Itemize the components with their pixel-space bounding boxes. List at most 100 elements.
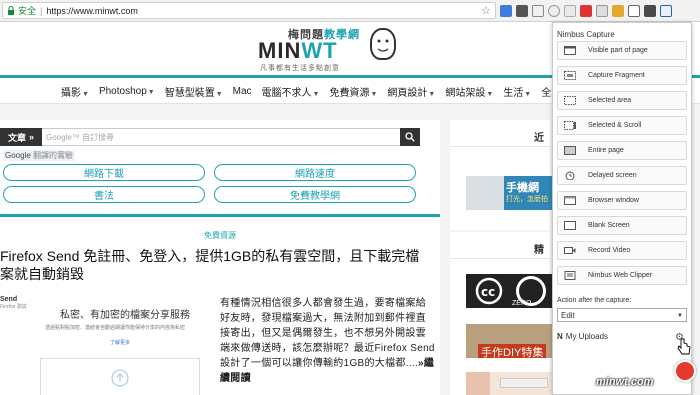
nav-item[interactable]: Mac: [233, 86, 252, 97]
my-uploads-label: My Uploads: [565, 332, 609, 341]
area-icon: [564, 96, 576, 105]
caret-down-icon: ▼: [82, 90, 89, 98]
nimbus-option[interactable]: Blank Screen: [557, 216, 687, 235]
bookmark-star-icon[interactable]: ☆: [481, 4, 491, 17]
nav-item[interactable]: 智慧型裝置▼: [165, 84, 223, 99]
ad-phone-text: 手機網: [506, 182, 539, 194]
caret-down-icon: ▼: [428, 90, 436, 98]
post-thumbnail[interactable]: Send Firefox 測試 私密、有加密的檔案分享服務 透過點對點加密、連結會…: [0, 292, 212, 395]
download-extension-icon[interactable]: [500, 5, 512, 17]
nimbus-option-label: Nimbus Web Clipper: [588, 272, 653, 279]
window-icon: [564, 196, 576, 205]
caret-down-icon: ▼: [486, 90, 494, 98]
nav-item-label: 免費資源: [329, 87, 370, 99]
search-label-arrow: »: [29, 132, 35, 142]
caret-down-icon: ▼: [215, 90, 223, 98]
record-button[interactable]: [674, 360, 696, 382]
nav-item[interactable]: 免費資源▼: [329, 84, 377, 99]
after-capture-value: Edit: [561, 310, 575, 320]
nimbus-option[interactable]: Delayed screen: [557, 166, 687, 185]
nav-item[interactable]: 網站架設▼: [445, 84, 493, 99]
sidebar-title-rule: [450, 146, 550, 147]
scroll-icon: [564, 121, 576, 130]
check-extension-icon[interactable]: [644, 5, 656, 17]
nimbus-header: Nimbus Capture: [557, 30, 615, 39]
sidebar-title-featured: 精: [534, 245, 544, 256]
nimbus-option[interactable]: Nimbus Web Clipper: [557, 266, 687, 285]
upload-arrow-icon: [111, 369, 129, 387]
search-button[interactable]: [400, 128, 420, 146]
quick-link[interactable]: 免費教學網: [214, 186, 416, 203]
shield-extension-icon[interactable]: [532, 5, 544, 17]
nav-item-label: 網站架設: [445, 87, 486, 99]
quick-link[interactable]: 書法: [3, 186, 205, 203]
full-page-icon: [564, 146, 576, 155]
nimbus-option[interactable]: Capture Fragment: [557, 66, 687, 85]
url-text: https://www.minwt.com: [46, 5, 138, 16]
color-extension-icon[interactable]: [612, 5, 624, 17]
nimbus-option-label: Selected & Scroll: [588, 122, 642, 129]
lock-icon: [7, 6, 15, 15]
diy-banner-text: 手作DIY特集: [478, 344, 547, 358]
nimbus-option[interactable]: Visible part of page: [557, 41, 687, 60]
thumb-brand-text: Send: [0, 296, 18, 303]
caret-down-icon: ▼: [147, 88, 155, 96]
tag-extension-icon[interactable]: [548, 5, 560, 17]
crop-extension-icon[interactable]: [628, 5, 640, 17]
cloud-extension-icon[interactable]: [564, 5, 576, 17]
ad-phone-image: [466, 176, 504, 210]
grid-extension-icon[interactable]: [596, 5, 608, 17]
site-logo[interactable]: 梅問題教學網 MINWT 凡事都有生活多點創意: [258, 26, 398, 72]
main-nav: 攝影▼ Photoshop▼ 智慧型裝置▼ Mac 電腦不求人▼ 免費資源▼ 網頁設計▼ 網站…: [0, 82, 581, 100]
nav-item[interactable]: 網頁設計▼: [387, 84, 435, 99]
nav-item[interactable]: 生活▼: [503, 84, 531, 99]
nav-item[interactable]: 攝影▼: [61, 84, 89, 99]
nav-item-label: 電腦不求人: [261, 87, 312, 99]
sidebar-thumb-portrait[interactable]: [466, 372, 552, 395]
dropdown-arrow-icon: ▼: [677, 313, 683, 319]
logo-tagline: 凡事都有生活多點創意: [260, 65, 340, 72]
nimbus-option-label: Blank Screen: [588, 222, 630, 229]
after-capture-select[interactable]: Edit ▼: [557, 308, 687, 322]
nimbus-option[interactable]: Selected & Scroll: [557, 116, 687, 135]
ublock-extension-icon[interactable]: [580, 5, 592, 17]
nav-item[interactable]: Photoshop▼: [99, 86, 155, 97]
extension-icons: [500, 3, 672, 19]
nimbus-option[interactable]: Entire page: [557, 141, 687, 160]
section-divider: [0, 214, 440, 217]
nimbus-option[interactable]: Browser window: [557, 191, 687, 210]
nimbus-extension-icon[interactable]: [660, 5, 672, 17]
quick-link[interactable]: 網路速度: [214, 164, 416, 181]
bookmark-extension-icon[interactable]: [516, 5, 528, 17]
search-input[interactable]: Google™ 自訂搜尋: [42, 128, 400, 146]
sidebar-ad-phone[interactable]: 手機網 打光，怎麼拍: [466, 176, 552, 210]
search-label: 文章 »: [0, 128, 42, 146]
nav-item-label: 生活: [503, 87, 524, 99]
svg-text:cc: cc: [481, 285, 495, 299]
fragment-icon: [564, 71, 576, 80]
post-title[interactable]: Firefox Send 免註冊、免登入，提供1GB的私有雲空間，且下載完檔案就…: [0, 247, 430, 283]
sidebar-thumb-cc[interactable]: cc ZERO: [466, 274, 552, 308]
my-uploads-link[interactable]: N My Uploads: [557, 332, 608, 341]
blank-icon: [564, 221, 576, 230]
url-separator: |: [40, 5, 43, 16]
nimbus-option-label: Selected area: [588, 97, 632, 104]
search-label-text: 文章: [7, 132, 26, 143]
address-bar[interactable]: 安全 | https://www.minwt.com ☆: [2, 2, 496, 19]
nimbus-option-label: Visible part of page: [588, 47, 648, 54]
page-icon: [564, 46, 576, 55]
nimbus-n-icon: N: [557, 332, 563, 341]
nimbus-option[interactable]: Selected area: [557, 91, 687, 110]
nav-item[interactable]: 電腦不求人▼: [262, 84, 320, 99]
sidebar-thumb-diy[interactable]: 手作DIY特集: [466, 324, 552, 358]
sidebar-card-featured: 精: [450, 232, 550, 395]
post-category[interactable]: 免費資源: [0, 230, 440, 241]
watermark: minwt.com: [596, 376, 654, 388]
thumb-link: 了解更多: [110, 340, 131, 346]
quick-link[interactable]: 網路下載: [3, 164, 205, 181]
thumb-heading: 私密、有加密的檔案分享服務: [60, 310, 190, 321]
nimbus-option[interactable]: Record Video: [557, 241, 687, 260]
nimbus-capture-popup: Nimbus Capture Visible part of page Captu…: [552, 22, 692, 395]
google-note-brand: Google: [5, 151, 31, 160]
portrait-photo: [466, 372, 490, 395]
